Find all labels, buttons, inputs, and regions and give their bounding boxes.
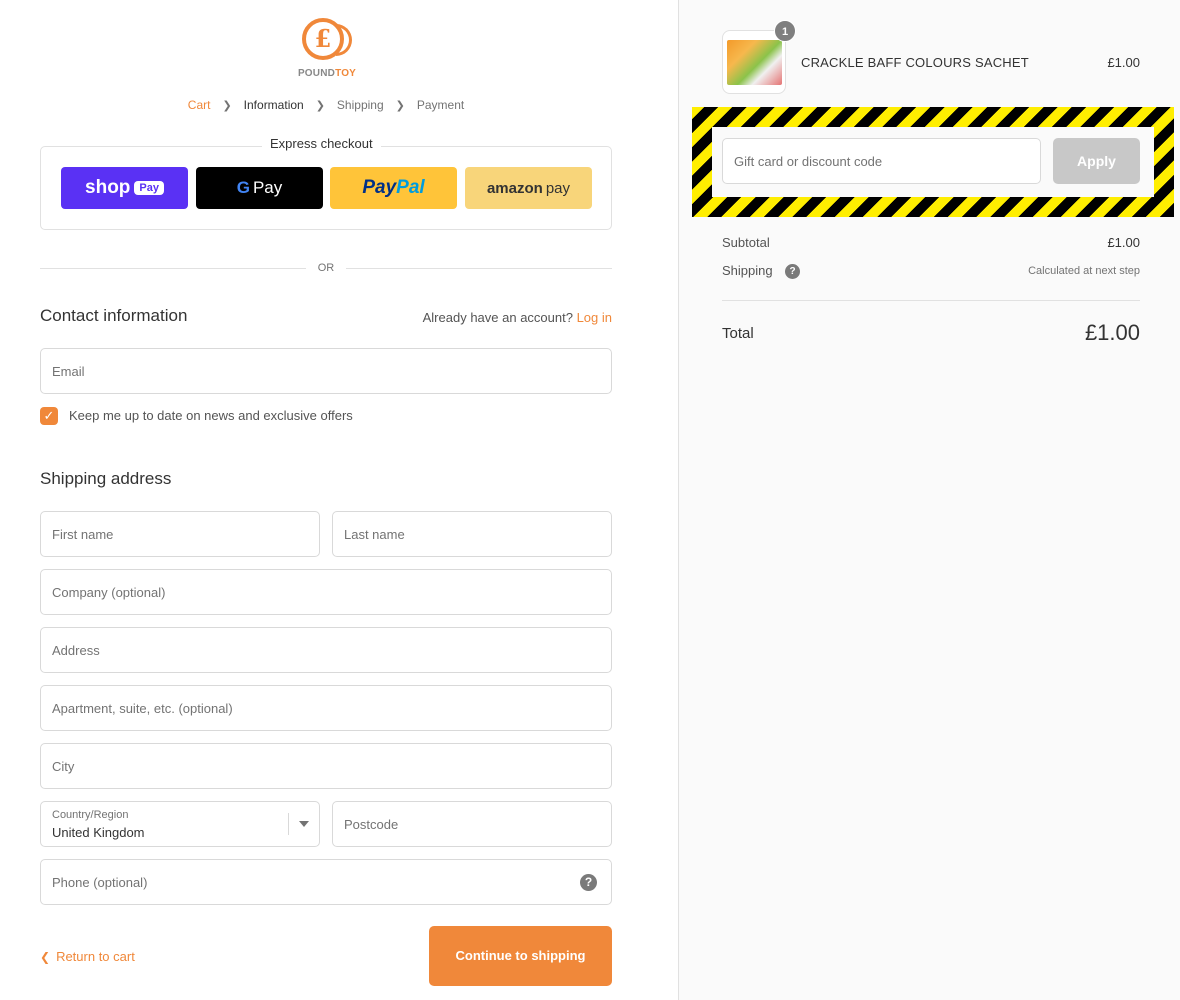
newsletter-label: Keep me up to date on news and exclusive… bbox=[69, 408, 353, 423]
chevron-right-icon: ❯ bbox=[315, 99, 325, 112]
logo-wordmark: POUNDTOY bbox=[297, 68, 357, 79]
newsletter-checkbox[interactable]: ✓ bbox=[40, 407, 58, 425]
question-mark-icon[interactable]: ? bbox=[785, 264, 800, 279]
google-g-icon: G bbox=[236, 178, 250, 197]
divider-right bbox=[346, 268, 612, 269]
amazon-pay-button[interactable]: amazon pay bbox=[465, 167, 592, 209]
shipping-title: Shipping address bbox=[40, 469, 172, 488]
shop-pay-button[interactable]: shop Pay bbox=[61, 167, 188, 209]
city-field[interactable]: City bbox=[40, 743, 612, 789]
chevron-right-icon: ❯ bbox=[222, 99, 232, 112]
apply-button[interactable]: Apply bbox=[1053, 138, 1140, 184]
summary-divider bbox=[722, 300, 1140, 301]
total-label: Total bbox=[722, 325, 754, 342]
poundtoy-logo[interactable]: £ POUNDTOY bbox=[296, 18, 358, 84]
discount-code-input[interactable]: Gift card or discount code bbox=[722, 138, 1041, 184]
breadcrumb: Cart ❯ Information ❯ Shipping ❯ Payment bbox=[0, 98, 652, 112]
breadcrumb-payment: Payment bbox=[416, 98, 465, 112]
email-field[interactable]: Email bbox=[40, 348, 612, 394]
divider-left bbox=[40, 268, 306, 269]
subtotal-label: Subtotal bbox=[722, 235, 770, 250]
question-mark-icon[interactable]: ? bbox=[580, 874, 597, 891]
shipping-label: Shipping bbox=[722, 263, 773, 278]
return-to-cart-link[interactable]: ❮ Return to cart bbox=[40, 949, 135, 964]
or-separator: OR bbox=[317, 262, 335, 274]
country-select[interactable]: Country/Region United Kingdom bbox=[40, 801, 320, 847]
apartment-field[interactable]: Apartment, suite, etc. (optional) bbox=[40, 685, 612, 731]
product-name: CRACKLE BAFF COLOURS SACHET bbox=[801, 55, 1029, 70]
product-image bbox=[727, 40, 782, 85]
contact-title: Contact information bbox=[40, 306, 188, 325]
paypal-button[interactable]: Pay Pal bbox=[330, 167, 457, 209]
google-pay-button[interactable]: G Pay bbox=[196, 167, 323, 209]
order-summary: 1 CRACKLE BAFF COLOURS SACHET £1.00 Gift… bbox=[678, 0, 1180, 1000]
total-value: £1.00 bbox=[1084, 320, 1140, 345]
continue-to-shipping-button[interactable]: Continue to shipping bbox=[429, 926, 612, 986]
product-thumbnail bbox=[722, 30, 786, 94]
breadcrumb-cart[interactable]: Cart bbox=[186, 98, 213, 112]
logo-arc bbox=[336, 24, 352, 56]
chevron-down-icon bbox=[299, 821, 309, 827]
postcode-field[interactable]: Postcode bbox=[332, 801, 612, 847]
breadcrumb-information: Information bbox=[243, 98, 304, 112]
account-prompt: Already have an account? Log in bbox=[422, 310, 612, 325]
last-name-field[interactable]: Last name bbox=[332, 511, 612, 557]
quantity-badge: 1 bbox=[774, 20, 796, 42]
first-name-field[interactable]: First name bbox=[40, 511, 320, 557]
shipping-value: Calculated at next step bbox=[1028, 265, 1140, 277]
breadcrumb-shipping: Shipping bbox=[336, 98, 384, 112]
login-link[interactable]: Log in bbox=[577, 310, 612, 325]
address-field[interactable]: Address bbox=[40, 627, 612, 673]
checkout-main: £ POUNDTOY Cart ❯ Information ❯ Shipping… bbox=[0, 0, 678, 1000]
chevron-right-icon: ❯ bbox=[395, 99, 405, 112]
phone-field[interactable]: Phone (optional) ? bbox=[40, 859, 612, 905]
chevron-left-icon: ❮ bbox=[40, 950, 51, 964]
company-field[interactable]: Company (optional) bbox=[40, 569, 612, 615]
express-checkout-title: Express checkout bbox=[262, 136, 381, 151]
subtotal-value: £1.00 bbox=[1107, 235, 1140, 250]
product-price: £1.00 bbox=[1107, 55, 1140, 70]
